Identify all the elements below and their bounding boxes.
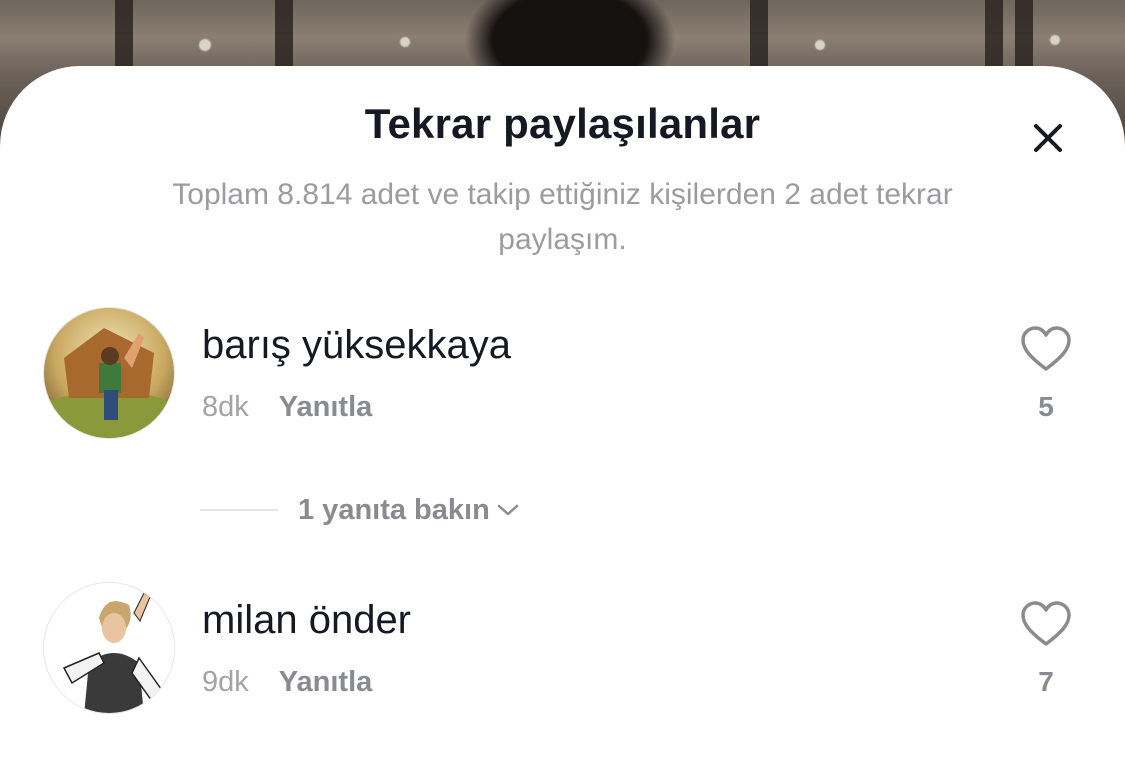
- like-count: 7: [1038, 666, 1054, 697]
- divider: [200, 509, 278, 511]
- list-item: milan önder 9dk Yanıtla 7: [0, 580, 1125, 720]
- reposts-summary: Toplam 8.814 adet ve takip ettiğiniz kiş…: [172, 178, 953, 256]
- like-count: 5: [1038, 391, 1054, 422]
- close-icon: [1034, 124, 1062, 152]
- reply-button[interactable]: Yanıtla: [279, 391, 373, 423]
- view-replies-label: 1 yanıta bakın: [298, 493, 490, 526]
- comment-meta: 9dk Yanıtla: [202, 666, 372, 699]
- comment-meta: 8dk Yanıtla: [202, 391, 372, 424]
- heart-outline-icon[interactable]: [1020, 325, 1072, 373]
- timestamp: 8dk: [202, 391, 249, 423]
- chevron-down-icon: [496, 502, 520, 518]
- avatar[interactable]: [43, 307, 175, 439]
- view-replies-button[interactable]: 1 yanıta bakın: [200, 490, 520, 530]
- avatar[interactable]: [43, 582, 175, 714]
- reply-button[interactable]: Yanıtla: [279, 666, 373, 698]
- heart-outline-icon[interactable]: [1020, 600, 1072, 648]
- list-item: barış yüksekkaya 8dk Yanıtla 5: [0, 305, 1125, 445]
- close-button[interactable]: [1026, 116, 1070, 160]
- sheet-title: Tekrar paylaşılanlar: [364, 100, 761, 147]
- username[interactable]: milan önder: [202, 598, 411, 643]
- username[interactable]: barış yüksekkaya: [202, 323, 511, 368]
- timestamp: 9dk: [202, 666, 249, 698]
